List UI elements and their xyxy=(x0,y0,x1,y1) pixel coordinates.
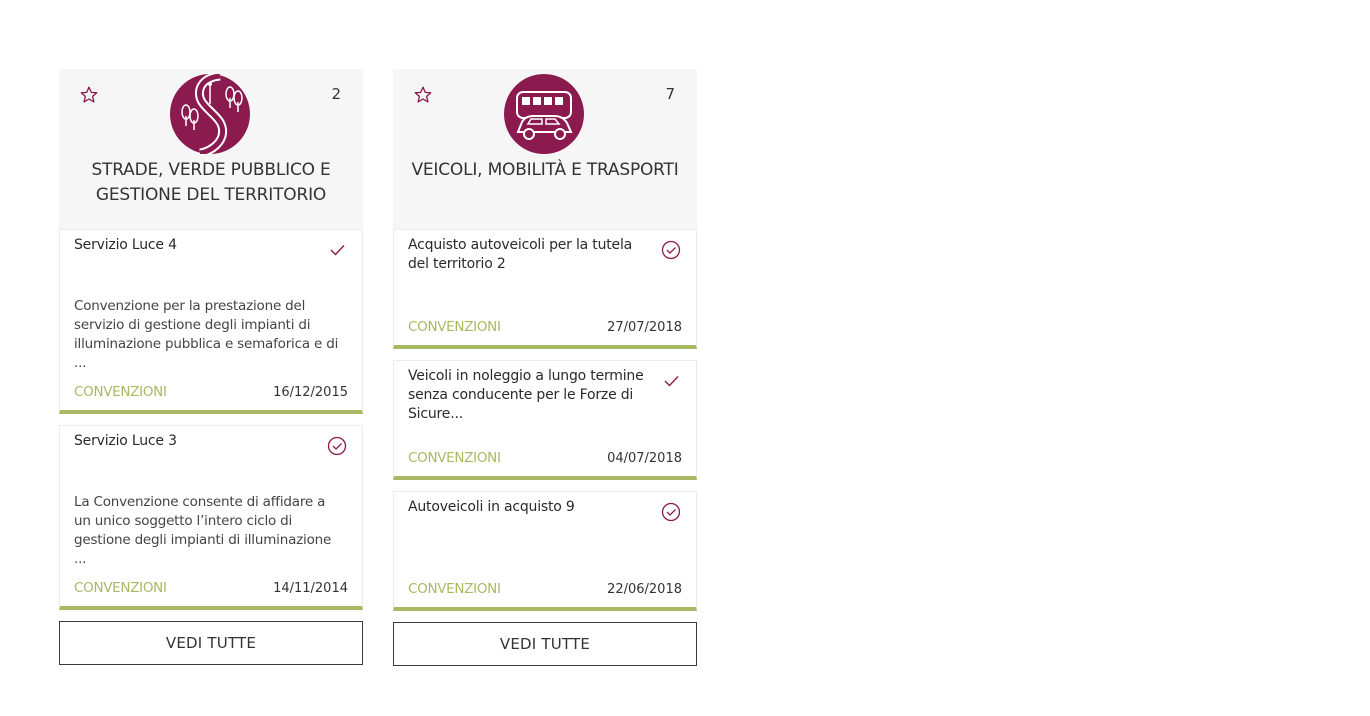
card-date: 04/07/2018 xyxy=(607,451,682,466)
check-icon xyxy=(330,245,345,256)
card-title[interactable]: Acquisto autoveicoli per la tutela del t… xyxy=(408,236,646,274)
check-circle-icon xyxy=(661,240,681,260)
list-item[interactable]: Servizio Luce 4 Convenzione per la prest… xyxy=(59,229,363,414)
category-column-strade: 2 STRADE, VERDE PUBBLICO E GESTIONE DEL … xyxy=(59,69,363,665)
category-header: 2 STRADE, VERDE PUBBLICO E GESTIONE DEL … xyxy=(59,69,363,229)
category-title: VEICOLI, MOBILITÀ E TRASPORTI xyxy=(411,160,679,180)
category-header: 7 VEICOLI, MOBILITÀ E TRASPORTI xyxy=(393,69,697,229)
check-icon xyxy=(664,376,679,387)
card-date: 14/11/2014 xyxy=(273,581,348,596)
list-item[interactable]: Servizio Luce 3 La Convenzione consente … xyxy=(59,425,363,610)
bus-car-icon xyxy=(504,74,584,154)
category-count: 7 xyxy=(665,85,675,103)
card-description: La Convenzione consente di affidare a un… xyxy=(74,494,332,567)
list-item[interactable]: Autoveicoli in acquisto 9 CONVENZIONI 22… xyxy=(393,491,697,611)
view-all-button[interactable]: VEDI TUTTE xyxy=(393,622,697,666)
category-count: 2 xyxy=(331,85,341,103)
card-date: 27/07/2018 xyxy=(607,320,682,335)
card-date: 16/12/2015 xyxy=(273,385,348,400)
star-icon[interactable] xyxy=(413,85,433,105)
card-title[interactable]: Servizio Luce 4 xyxy=(74,236,312,255)
card-category[interactable]: CONVENZIONI xyxy=(408,319,501,335)
check-circle-icon xyxy=(661,502,681,522)
list-item[interactable]: Veicoli in noleggio a lungo termine senz… xyxy=(393,360,697,480)
card-category[interactable]: CONVENZIONI xyxy=(74,384,167,400)
card-date: 22/06/2018 xyxy=(607,582,682,597)
view-all-button[interactable]: VEDI TUTTE xyxy=(59,621,363,665)
road-trees-icon xyxy=(170,74,250,154)
card-category[interactable]: CONVENZIONI xyxy=(74,580,167,596)
category-column-veicoli: 7 VEICOLI, MOBILITÀ E TRASPORTI Acquisto… xyxy=(393,69,697,666)
card-title[interactable]: Veicoli in noleggio a lungo termine senz… xyxy=(408,367,646,424)
card-title[interactable]: Servizio Luce 3 xyxy=(74,432,312,451)
card-category[interactable]: CONVENZIONI xyxy=(408,450,501,466)
check-circle-icon xyxy=(327,436,347,456)
card-description: Convenzione per la prestazione del servi… xyxy=(74,298,339,371)
card-category[interactable]: CONVENZIONI xyxy=(408,581,501,597)
category-title: STRADE, VERDE PUBBLICO E GESTIONE DEL TE… xyxy=(91,160,331,205)
star-icon[interactable] xyxy=(79,85,99,105)
card-title[interactable]: Autoveicoli in acquisto 9 xyxy=(408,498,646,517)
list-item[interactable]: Acquisto autoveicoli per la tutela del t… xyxy=(393,229,697,349)
